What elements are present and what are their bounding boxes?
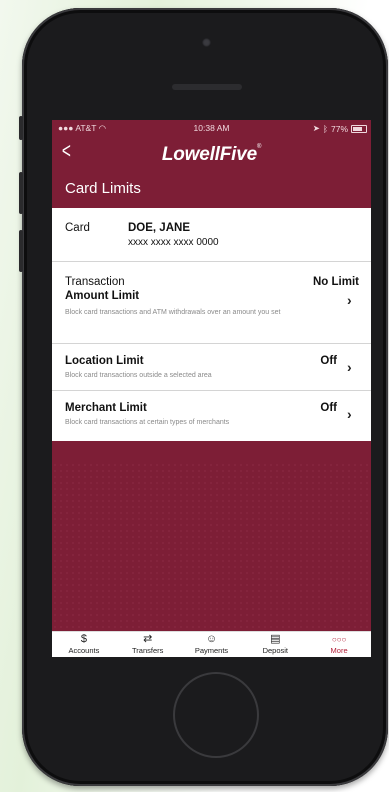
status-bar: ●●● AT&T ◠ 10:38 AM ➤ ᛒ 77% bbox=[52, 120, 371, 136]
tab-deposit[interactable]: ▤ Deposit bbox=[243, 632, 307, 657]
merchant-limit-value: Off bbox=[320, 402, 337, 414]
battery-icon bbox=[351, 124, 367, 133]
merchant-limit-row[interactable]: Merchant Limit Off Block card transactio… bbox=[52, 391, 371, 441]
chevron-right-icon: › bbox=[347, 406, 352, 422]
merchant-limit-description: Block card transactions at certain types… bbox=[65, 419, 230, 426]
location-limit-row[interactable]: Location Limit Off Block card transactio… bbox=[52, 344, 371, 391]
tab-label: Accounts bbox=[68, 646, 100, 655]
transfer-icon: ⇄ bbox=[143, 633, 153, 645]
tab-label: Payments bbox=[194, 646, 229, 655]
location-limit-title: Location Limit bbox=[65, 355, 144, 367]
tab-bar: $ Accounts ⇄ Transfers ☺ Payments ▤ Depo… bbox=[52, 631, 371, 657]
payments-icon: ☺ bbox=[205, 633, 218, 645]
transaction-limit-value: No Limit bbox=[313, 276, 359, 288]
side-button-volume-up bbox=[19, 172, 23, 214]
side-button-silent bbox=[19, 116, 23, 140]
app-screen: ●●● AT&T ◠ 10:38 AM ➤ ᛒ 77% < LowellFive… bbox=[52, 120, 371, 657]
chevron-right-icon: › bbox=[347, 359, 352, 375]
registered-mark: ® bbox=[256, 144, 262, 150]
location-limit-description: Block card transactions outside a select… bbox=[65, 372, 212, 379]
transaction-limit-description: Block card transactions and ATM withdraw… bbox=[65, 309, 281, 316]
battery-percent: 77% bbox=[330, 123, 348, 134]
transaction-limit-row[interactable]: Transaction Amount Limit No Limit Block … bbox=[52, 262, 371, 344]
tab-label: More bbox=[330, 646, 348, 655]
location-limit-value: Off bbox=[320, 355, 337, 367]
earpiece-speaker bbox=[172, 84, 242, 90]
dollar-icon: $ bbox=[80, 633, 87, 645]
card-number: xxxx xxxx xxxx 0000 bbox=[128, 237, 219, 248]
tab-accounts[interactable]: $ Accounts bbox=[52, 632, 116, 657]
logo: LowellFive® bbox=[52, 144, 371, 166]
tab-label: Deposit bbox=[262, 646, 288, 655]
card-row: Card DOE, JANE xxxx xxxx xxxx 0000 bbox=[52, 208, 371, 262]
card-holder: DOE, JANE bbox=[128, 222, 190, 234]
card-label: Card bbox=[65, 222, 90, 234]
tab-transfers[interactable]: ⇄ Transfers bbox=[116, 632, 180, 657]
limits-list: Card DOE, JANE xxxx xxxx xxxx 0000 Trans… bbox=[52, 208, 371, 441]
side-button-volume-down bbox=[19, 230, 23, 272]
status-right: ➤ ᛒ 77% bbox=[313, 123, 367, 134]
merchant-limit-title: Merchant Limit bbox=[65, 402, 147, 414]
front-camera bbox=[202, 38, 211, 47]
home-button[interactable] bbox=[173, 672, 259, 758]
transaction-title-line1: Transaction bbox=[65, 276, 125, 288]
chevron-right-icon: › bbox=[347, 292, 352, 308]
logo-text: LowellFive bbox=[161, 144, 257, 165]
nav-bar: < LowellFive® bbox=[52, 136, 371, 174]
location-icon: ➤ bbox=[312, 123, 320, 133]
deposit-check-icon: ▤ bbox=[270, 633, 281, 645]
tab-more[interactable]: ○○○ More bbox=[307, 632, 371, 657]
bluetooth-icon: ᛒ bbox=[322, 123, 328, 134]
page-title: Card Limits bbox=[65, 180, 141, 197]
tab-label: Transfers bbox=[131, 646, 164, 655]
tab-payments[interactable]: ☺ Payments bbox=[180, 632, 244, 657]
transaction-title-line2: Amount Limit bbox=[65, 290, 140, 302]
more-dots-icon: ○○○ bbox=[331, 635, 347, 644]
